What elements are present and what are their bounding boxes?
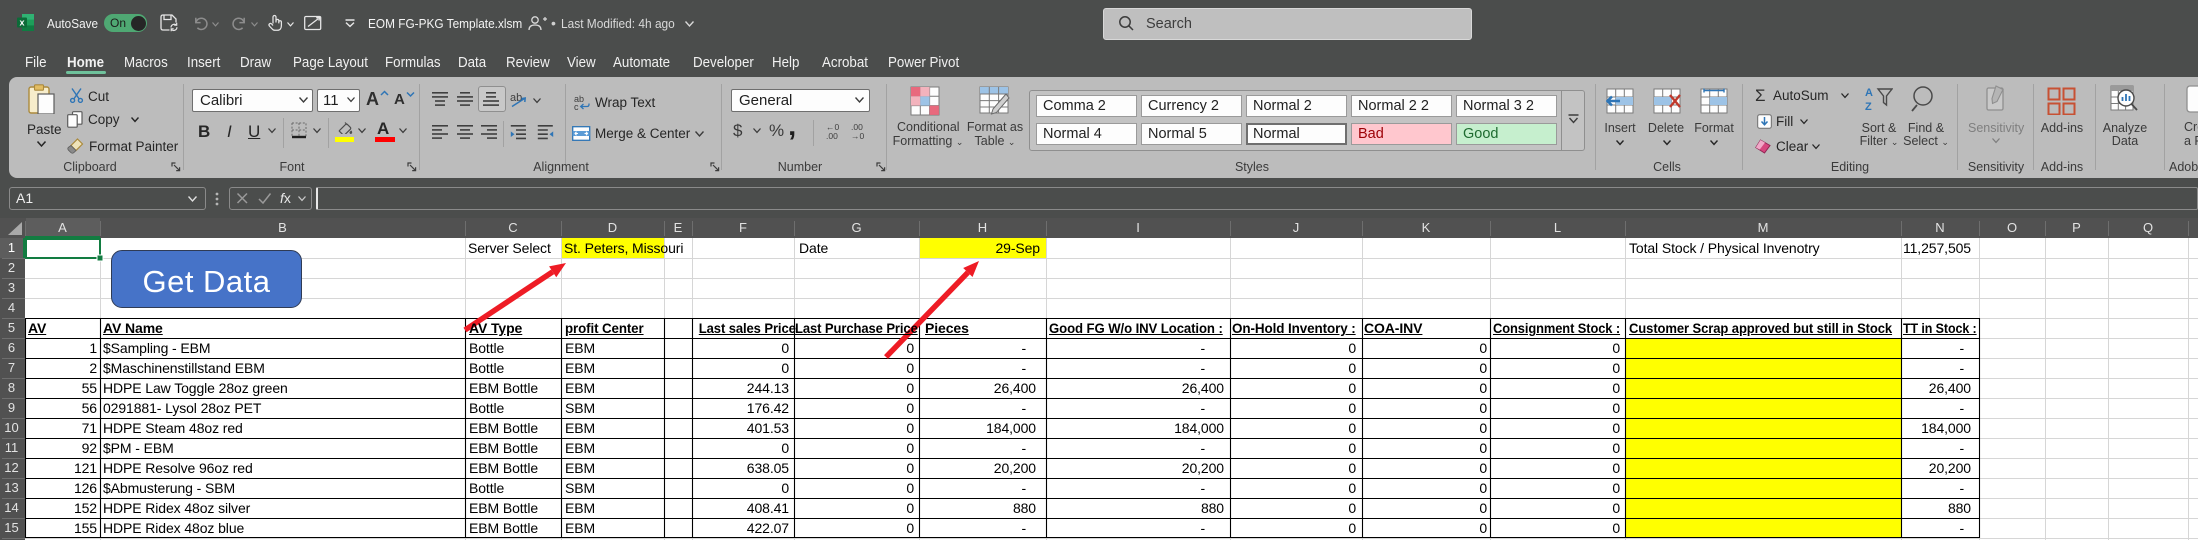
svg-text:.00: .00 xyxy=(826,131,838,140)
svg-text:A: A xyxy=(1865,87,1873,99)
svg-text:Z: Z xyxy=(1865,101,1872,113)
svg-text:x: x xyxy=(19,18,24,28)
svg-text:→0: →0 xyxy=(851,131,865,140)
svg-text:ab: ab xyxy=(510,92,522,104)
svg-text:c: c xyxy=(574,102,579,110)
